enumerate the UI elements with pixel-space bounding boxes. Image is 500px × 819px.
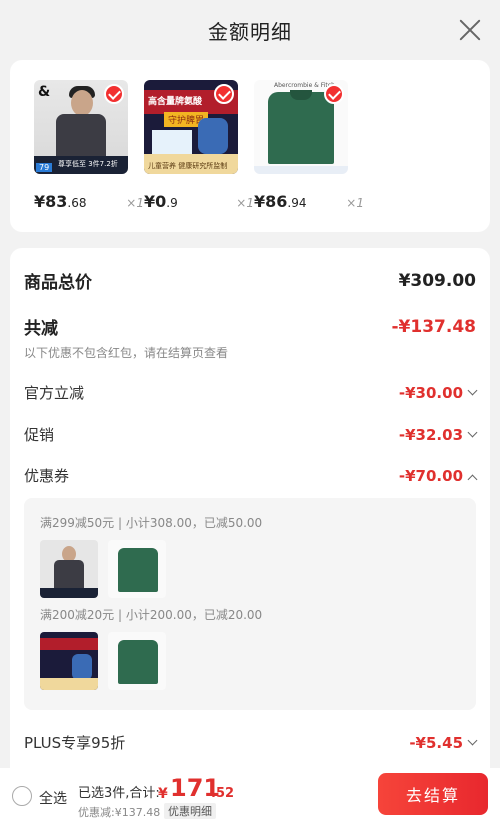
coupon-value-group[interactable]: -¥70.00 — [398, 466, 478, 485]
total-decimal: .52 — [211, 786, 235, 801]
price-tag: 79 — [36, 163, 53, 172]
child-figure — [198, 118, 228, 154]
product-price: ¥0.9 — [144, 192, 178, 211]
product-item[interactable]: Abercrombie & Fitch — [254, 80, 364, 174]
promo-value-group[interactable]: -¥32.03 — [398, 425, 478, 444]
coupon-detail-panel: 满299减50元 | 小计308.00，已减50.00 满200减20元 | 小… — [24, 498, 476, 710]
product-card: & 79 尊享低至 3件7.2折 高含量牌氨酸 守护脾胃 儿童营养 健康研究所监… — [10, 60, 490, 232]
discount-detail-button[interactable]: 优惠明细 — [164, 803, 216, 819]
coupon-label: 优惠券 — [24, 467, 70, 485]
plus-value-group[interactable]: -¥5.45 — [409, 733, 478, 752]
plus-value: -¥5.45 — [409, 734, 463, 752]
discount-text: 优惠减:¥137.48 — [78, 806, 161, 819]
official-value: -¥30.00 — [398, 384, 463, 402]
product-image[interactable]: & 79 尊享低至 3件7.2折 — [34, 80, 128, 174]
product-item[interactable]: & 79 尊享低至 3件7.2折 — [34, 80, 144, 174]
total-value: ¥309.00 — [398, 270, 476, 291]
select-all-label[interactable]: 全选 — [39, 788, 67, 808]
official-label: 官方立减 — [24, 384, 85, 402]
price-row: ¥83.68 ×1 — [34, 192, 144, 211]
promo-text: 尊享低至 3件7.2折 — [58, 160, 118, 168]
official-discount-row[interactable]: 官方立减 -¥30.00 — [24, 382, 478, 403]
checked-icon[interactable] — [104, 84, 124, 104]
product-qty: ×1 — [236, 196, 254, 210]
reduce-note: 以下优惠不包含红包，请在结算页查看 — [24, 346, 229, 360]
brand-logo: & — [38, 84, 51, 100]
chevron-up-icon[interactable] — [467, 474, 478, 485]
total-label: 商品总价 — [24, 273, 92, 293]
plus-discount-row[interactable]: PLUS专享95折 -¥5.45 — [24, 732, 478, 753]
product-item[interactable]: 高含量牌氨酸 守护脾胃 儿童营养 健康研究所监制 — [144, 80, 254, 174]
select-all-radio[interactable] — [12, 786, 32, 806]
official-value-group[interactable]: -¥30.00 — [398, 383, 478, 402]
product-image[interactable]: Abercrombie & Fitch — [254, 80, 348, 174]
coupon-row[interactable]: 优惠券 -¥70.00 — [24, 465, 478, 486]
model-head — [71, 90, 93, 116]
product-price: ¥86.94 — [254, 192, 307, 211]
price-row: ¥86.94 ×1 — [254, 192, 364, 211]
page-title: 金额明细 — [208, 19, 292, 44]
coupon-value: -¥70.00 — [398, 467, 463, 485]
product-price: ¥83.68 — [34, 192, 87, 211]
checked-icon[interactable] — [214, 84, 234, 104]
polo-shape — [268, 92, 334, 164]
chevron-down-icon[interactable] — [467, 385, 478, 396]
product-box — [152, 130, 192, 154]
reduce-row: 共减 -¥137.48 — [24, 314, 477, 340]
product-qty: ×1 — [346, 196, 364, 210]
checked-icon[interactable] — [324, 84, 344, 104]
promo-label: 促销 — [24, 426, 55, 444]
checkout-bar: 全选 已选3件,合计: ¥ 171 .52 优惠减:¥137.48 优惠明细 去… — [0, 768, 500, 819]
header: 金额明细 — [0, 0, 500, 60]
image-footer — [254, 166, 348, 174]
checkout-button[interactable]: 去结算 — [378, 773, 488, 815]
coupon-item-image — [40, 632, 98, 690]
summary-text: 已选3件,合计: — [78, 786, 160, 801]
chevron-down-icon[interactable] — [467, 427, 478, 438]
coupon-item-image — [40, 540, 98, 598]
price-row: ¥0.9 ×1 — [144, 192, 254, 211]
amount-breakdown: 商品总价 ¥309.00 共减 -¥137.48 以下优惠不包含红包，请在结算页… — [10, 248, 490, 768]
band-text: 高含量牌氨酸 — [148, 97, 203, 107]
promo-strip: 79 尊享低至 3件7.2折 — [34, 156, 128, 174]
promo-row[interactable]: 促销 -¥32.03 — [24, 424, 478, 445]
promo-value: -¥32.03 — [398, 426, 463, 444]
close-icon[interactable] — [458, 18, 482, 42]
coupon-line: 满200减20元 | 小计200.00，已减20.00 — [40, 608, 263, 622]
plus-label: PLUS专享95折 — [24, 734, 126, 752]
bar-text: 儿童营养 健康研究所监制 — [148, 162, 228, 170]
reduce-label: 共减 — [24, 319, 58, 339]
coupon-item-image — [108, 540, 166, 598]
total-row: 商品总价 ¥309.00 — [24, 268, 476, 294]
total-currency: ¥ — [158, 786, 168, 802]
reduce-value: -¥137.48 — [391, 316, 477, 337]
product-image[interactable]: 高含量牌氨酸 守护脾胃 儿童营养 健康研究所监制 — [144, 80, 238, 174]
coupon-line: 满299减50元 | 小计308.00，已减50.00 — [40, 516, 263, 530]
coupon-item-image — [108, 632, 166, 690]
product-qty: ×1 — [126, 196, 144, 210]
chevron-down-icon[interactable] — [467, 735, 478, 746]
